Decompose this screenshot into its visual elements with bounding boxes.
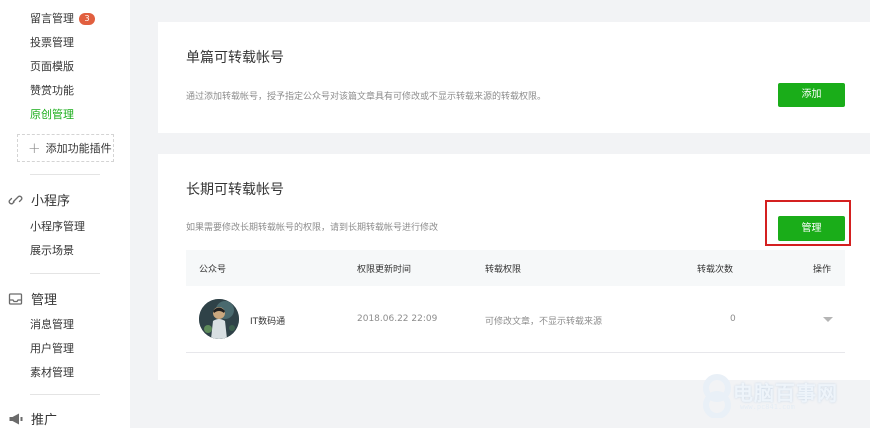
watermark-url: www.pc841.com bbox=[740, 403, 795, 411]
column-header-updated: 权限更新时间 bbox=[357, 265, 412, 275]
card-description: 如果需要修改长期转载帐号的权限，请到长期转载帐号进行修改 bbox=[186, 223, 439, 233]
account-avatar bbox=[199, 299, 239, 339]
add-plugin-button[interactable]: + 添加功能插件 bbox=[17, 134, 114, 162]
column-header-permission: 转载权限 bbox=[485, 265, 522, 275]
chevron-down-icon[interactable] bbox=[823, 317, 833, 322]
watermark-text: 电脑百事网 bbox=[733, 381, 838, 405]
sidebar-item-users[interactable]: 用户管理 bbox=[30, 342, 74, 356]
comments-count-badge: 3 bbox=[79, 13, 95, 25]
card-description: 通过添加转载帐号，授予指定公众号对该篇文章具有可修改或不显示转载来源的转载权限。 bbox=[186, 92, 547, 102]
sidebar-item-votes[interactable]: 投票管理 bbox=[30, 36, 74, 50]
sidebar-section-manage[interactable]: 管理 bbox=[8, 289, 57, 308]
highlight-box bbox=[765, 200, 851, 246]
sidebar-item-label: 留言管理 bbox=[30, 12, 74, 25]
permission-text: 可修改文章，不显示转载来源 bbox=[485, 317, 603, 327]
watermark-logo-icon bbox=[703, 374, 731, 418]
section-title-label: 推广 bbox=[31, 413, 58, 428]
sidebar-divider bbox=[30, 394, 100, 395]
section-title-label: 小程序 bbox=[31, 194, 71, 209]
sidebar-item-reward[interactable]: 赞赏功能 bbox=[30, 84, 74, 98]
long-term-repost-card: 长期可转载帐号 如果需要修改长期转载帐号的权限，请到长期转载帐号进行修改 管理 … bbox=[158, 154, 870, 380]
add-button[interactable]: 添加 bbox=[778, 83, 845, 107]
sidebar-section-miniprogram[interactable]: 小程序 bbox=[8, 190, 70, 209]
megaphone-icon bbox=[8, 412, 24, 426]
single-repost-card: 单篇可转载帐号 通过添加转载帐号，授予指定公众号对该篇文章具有可修改或不显示转载… bbox=[158, 22, 870, 133]
column-header-count: 转载次数 bbox=[697, 265, 734, 275]
column-header-account: 公众号 bbox=[199, 265, 227, 275]
card-title: 长期可转载帐号 bbox=[186, 182, 284, 198]
card-title: 单篇可转载帐号 bbox=[186, 50, 284, 66]
sidebar-divider bbox=[30, 273, 100, 274]
sidebar-item-miniprogram-manage[interactable]: 小程序管理 bbox=[30, 220, 85, 234]
sidebar-item-messages[interactable]: 消息管理 bbox=[30, 318, 74, 332]
table-header: 公众号 权限更新时间 转载权限 转载次数 操作 bbox=[186, 250, 845, 286]
table-row: IT数码通 2018.06.22 22:09 可修改文章，不显示转载来源 0 bbox=[186, 286, 845, 353]
sidebar: 留言管理 3 投票管理 页面模版 赞赏功能 原创管理 + 添加功能插件 小程序 小… bbox=[0, 0, 130, 428]
account-name: IT数码通 bbox=[250, 317, 286, 327]
watermark: 电脑百事网 www.pc841.com bbox=[700, 372, 870, 428]
sidebar-item-original[interactable]: 原创管理 bbox=[30, 108, 74, 122]
repost-count: 0 bbox=[730, 314, 736, 324]
section-title-label: 管理 bbox=[31, 293, 58, 308]
updated-time: 2018.06.22 22:09 bbox=[357, 314, 438, 324]
plus-icon: + bbox=[28, 139, 41, 157]
sidebar-item-page-templates[interactable]: 页面模版 bbox=[30, 60, 74, 74]
column-header-actions: 操作 bbox=[813, 265, 832, 275]
link-icon bbox=[8, 193, 24, 207]
sidebar-item-comments[interactable]: 留言管理 3 bbox=[30, 12, 95, 26]
sidebar-section-promotion[interactable]: 推广 bbox=[8, 409, 57, 428]
inbox-icon bbox=[8, 292, 24, 306]
sidebar-item-display-scenes[interactable]: 展示场景 bbox=[30, 244, 74, 258]
sidebar-item-materials[interactable]: 素材管理 bbox=[30, 366, 74, 380]
add-plugin-label: 添加功能插件 bbox=[45, 142, 112, 155]
sidebar-divider bbox=[30, 174, 100, 175]
